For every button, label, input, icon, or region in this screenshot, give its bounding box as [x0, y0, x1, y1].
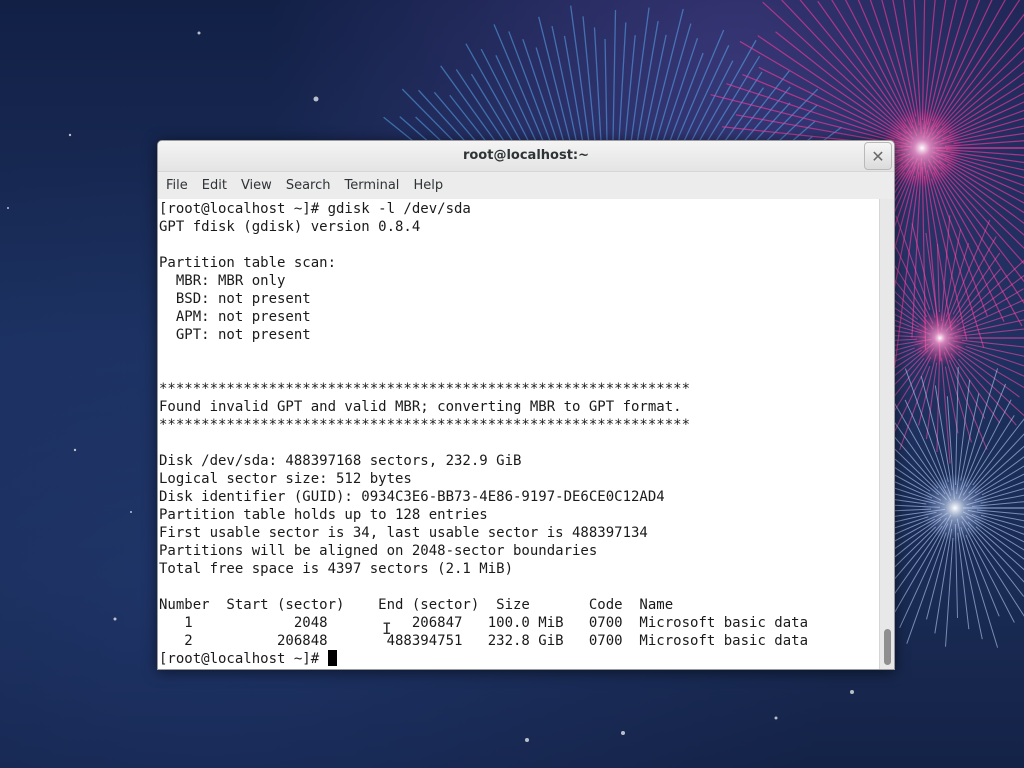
terminal-line: Total free space is 4397 sectors (2.1 Mi… [159, 561, 514, 577]
menu-file[interactable]: File [160, 178, 194, 193]
terminal-line: 1 2048 206847 100.0 MiB 0700 Microsoft b… [159, 615, 809, 631]
menu-bar: File Edit View Search Terminal Help [158, 172, 894, 200]
terminal-line: Found invalid GPT and valid MBR; convert… [159, 399, 682, 415]
menu-help[interactable]: Help [407, 178, 449, 193]
terminal-line: GPT fdisk (gdisk) version 0.8.4 [159, 219, 421, 235]
terminal-line: MBR: MBR only [159, 273, 286, 289]
terminal-cursor [327, 650, 337, 666]
window-title: root@localhost:~ [462, 148, 590, 163]
close-button[interactable]: ✕ [864, 142, 892, 170]
terminal-prompt-line[interactable]: [root@localhost ~]# [159, 650, 880, 668]
terminal-line: BSD: not present [159, 291, 311, 307]
title-bar[interactable]: root@localhost:~ ✕ [158, 141, 894, 172]
terminal-line: 2 206848 488394751 232.8 GiB 0700 Micros… [159, 633, 809, 649]
terminal-line: First usable sector is 34, last usable s… [159, 525, 648, 541]
terminal-line: Disk identifier (GUID): 0934C3E6-BB73-4E… [159, 489, 665, 505]
terminal-line: APM: not present [159, 309, 311, 325]
scrollbar-thumb[interactable] [884, 629, 891, 665]
menu-view[interactable]: View [235, 178, 278, 193]
terminal-lines: [root@localhost ~]# gdisk -l /dev/sda GPT… [158, 199, 880, 668]
terminal-line: Partitions will be aligned on 2048-secto… [159, 543, 598, 559]
terminal-line: [root@localhost ~]# gdisk -l /dev/sda [159, 201, 471, 217]
terminal-line: GPT: not present [159, 327, 311, 343]
menu-search[interactable]: Search [280, 178, 337, 193]
terminal-line: ****************************************… [159, 381, 691, 397]
terminal-prompt: [root@localhost ~]# [159, 651, 328, 667]
terminal-line: Number Start (sector) End (sector) Size … [159, 597, 674, 613]
menu-edit[interactable]: Edit [196, 178, 233, 193]
terminal-line: Partition table scan: [159, 255, 337, 271]
terminal-output[interactable]: [root@localhost ~]# gdisk -l /dev/sda GPT… [158, 199, 880, 669]
terminal-line: Logical sector size: 512 bytes [159, 471, 412, 487]
text-cursor-icon: I [382, 619, 392, 638]
terminal-line: ****************************************… [159, 417, 691, 433]
close-icon: ✕ [871, 146, 885, 166]
terminal-window[interactable]: root@localhost:~ ✕ File Edit View Search… [157, 140, 895, 670]
terminal-line: Partition table holds up to 128 entries [159, 507, 488, 523]
scrollbar[interactable] [879, 199, 894, 669]
terminal-line: Disk /dev/sda: 488397168 sectors, 232.9 … [159, 453, 522, 469]
menu-terminal[interactable]: Terminal [338, 178, 405, 193]
